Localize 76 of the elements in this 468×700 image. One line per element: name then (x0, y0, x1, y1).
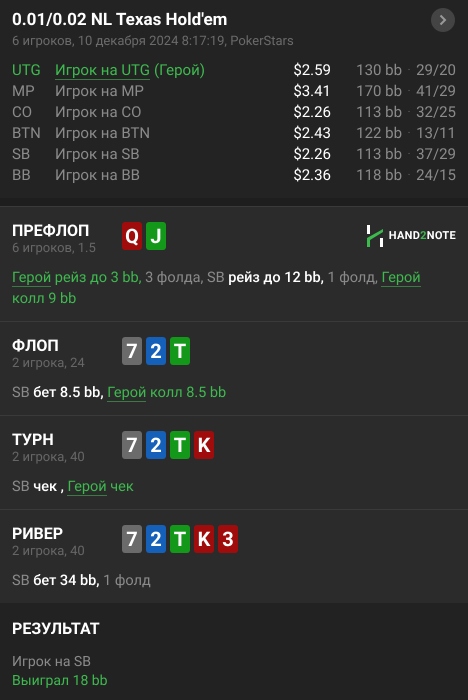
stack-amount: $3.41 (292, 81, 331, 102)
chevron-right-icon (439, 14, 447, 26)
playing-card: T (170, 525, 190, 553)
stack-bb: 170 bb (355, 81, 402, 102)
stack-bb: 113 bb (355, 144, 402, 166)
playing-card: 7 (122, 525, 142, 553)
player-stats: 32/25 (416, 102, 456, 124)
hero-link[interactable]: Герой (12, 269, 52, 287)
street-info: 2 игрока, 40 (12, 450, 86, 466)
stack-bb: 122 bb (355, 123, 402, 144)
street-info: 2 игрока, 24 (12, 356, 86, 372)
position-label: CO (12, 102, 34, 124)
stack-bb: 118 bb (355, 165, 402, 186)
separator-dot: · (406, 85, 412, 99)
street-title: ТУРН (12, 430, 55, 450)
hand-title: 0.01/0.02 NL Texas Hold'em (12, 9, 228, 32)
hero-link[interactable]: Герой (381, 269, 421, 287)
logo-icon (366, 225, 383, 247)
stack-amount: $2.43 (292, 123, 331, 144)
hand-subtitle: 6 игроков, 10 декабря 2024 8:17:19, PokerStars (12, 33, 294, 51)
player-stats: 29/20 (416, 60, 456, 82)
playing-card: T (170, 337, 190, 365)
win-amount: Выиграл 18 bb (12, 672, 109, 691)
street-title: РИВЕР (12, 524, 64, 544)
street-info: 6 игроков, 1.5 (12, 241, 97, 257)
stack-bb: 130 bb (355, 60, 402, 82)
playing-card: 2 (146, 431, 166, 459)
hero-link[interactable]: Герой (107, 384, 146, 402)
playing-card: K (194, 431, 214, 459)
stack-amount: $2.26 (292, 102, 331, 124)
player-link[interactable]: Игрок на UTG (55, 62, 150, 80)
player-name: Игрок на BB (55, 165, 140, 186)
stack-amount: $2.59 (292, 60, 331, 82)
action-summary: Герой рейз до 3 bb, 3 фолда, SB рейз до 12 bb, 1 фолд, Герой колл 9 bb (12, 268, 422, 309)
player-name: Игрок на CO (55, 102, 142, 124)
separator-dot: · (406, 64, 412, 78)
action-summary: SB бет 8.5 bb, Герой колл 8.5 bb (12, 383, 228, 403)
player-stats: 41/29 (416, 81, 456, 102)
playing-card: 3 (218, 525, 238, 553)
action-summary: SB чек , Герой чек (12, 477, 135, 497)
playing-card: Q (122, 222, 142, 250)
street-title: ПРЕФЛОП (12, 221, 90, 241)
playing-card: 7 (122, 337, 142, 365)
stack-bb: 113 bb (355, 102, 402, 124)
separator-dot: · (406, 106, 412, 120)
logo-text: HAND2NOTE (388, 228, 456, 244)
playing-card: T (170, 431, 190, 459)
stack-amount: $2.26 (292, 144, 331, 166)
position-label: BB (12, 165, 32, 186)
player-name: Игрок на BTN (55, 123, 150, 144)
player-stats: 37/29 (416, 144, 456, 166)
hero-tag: (Герой) (154, 59, 205, 82)
next-button[interactable] (431, 8, 455, 32)
position-label: BTN (12, 123, 42, 144)
player-stats: 13/11 (416, 123, 456, 144)
playing-card: 2 (146, 337, 166, 365)
separator-dot: · (406, 127, 412, 141)
action-summary: SB бет 34 bb, 1 фолд (12, 571, 152, 591)
hero-link[interactable]: Герой (67, 478, 107, 496)
playing-card: K (194, 525, 214, 553)
street-info: 2 игрока, 40 (12, 544, 86, 560)
player-name: Игрок на SB (55, 144, 140, 166)
position-label: UTG (12, 60, 42, 82)
position-label: MP (12, 81, 36, 102)
player-name: Игрок на MP (55, 81, 144, 102)
position-label: SB (12, 144, 32, 166)
separator-dot: · (406, 169, 412, 183)
winner-name: Игрок на SB (12, 653, 92, 672)
stack-amount: $2.36 (292, 165, 331, 186)
playing-card: 2 (146, 525, 166, 553)
playing-card: 7 (122, 431, 142, 459)
separator-dot: · (406, 148, 412, 162)
street-title: ФЛОП (12, 336, 60, 356)
result-title: РЕЗУЛЬТАТ (12, 619, 101, 639)
player-stats: 24/15 (416, 165, 456, 186)
playing-card: J (146, 222, 166, 250)
